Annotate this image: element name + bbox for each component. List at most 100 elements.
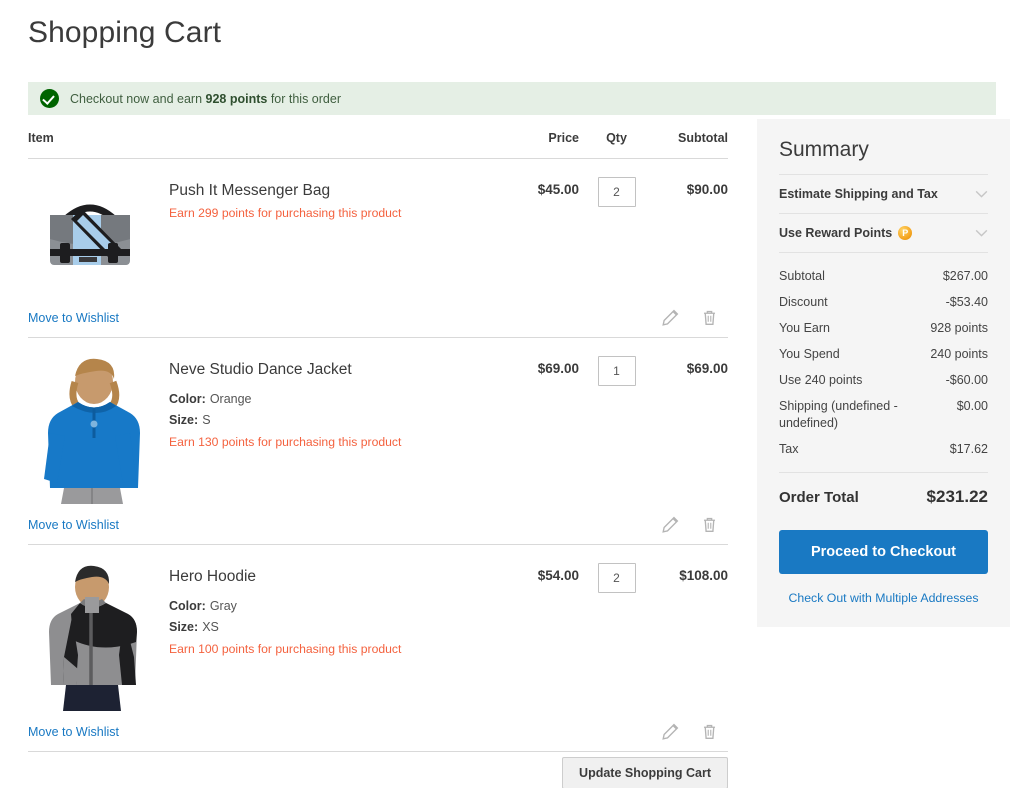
item-info: Push It Messenger Bag Earn 299 points fo…: [169, 173, 401, 297]
cart-footer-actions: Update Shopping Cart: [28, 757, 728, 788]
qty-input[interactable]: 2: [597, 177, 636, 207]
option-value: Orange: [209, 392, 252, 406]
total-label: Subtotal: [779, 269, 825, 283]
accordion-label-text: Use Reward Points: [779, 226, 893, 240]
table-row: Hero Hoodie Color: Gray Size: XS Earn 100 …: [28, 545, 728, 752]
option-label: Color:: [169, 599, 206, 613]
trash-icon[interactable]: [701, 516, 718, 533]
update-shopping-cart-button[interactable]: Update Shopping Cart: [562, 757, 728, 788]
header-item: Item: [28, 131, 54, 145]
total-label: Tax: [779, 442, 799, 456]
item-price-value: $69.00: [537, 361, 579, 376]
item-subtotal-value: $108.00: [679, 568, 728, 583]
item-earn-points: Earn 100 points for purchasing this prod…: [169, 642, 402, 656]
chevron-down-icon: [975, 229, 988, 237]
check-out-multiple-addresses-link[interactable]: Check Out with Multiple Addresses: [779, 591, 988, 605]
total-row-you-earn: You Earn 928 points: [779, 316, 988, 342]
total-label: Discount: [779, 295, 828, 309]
qty-input[interactable]: 2: [597, 563, 636, 593]
total-row-you-spend: You Spend 240 points: [779, 342, 988, 368]
item-price-value: $54.00: [537, 568, 579, 583]
total-value: 928 points: [930, 321, 988, 335]
header-price: Price: [548, 131, 579, 145]
accordion-label: Use Reward Points P: [779, 226, 913, 240]
move-to-wishlist-link[interactable]: Move to Wishlist: [28, 518, 119, 532]
table-row: Push It Messenger Bag Earn 299 points fo…: [28, 159, 728, 338]
item-cell: Neve Studio Dance Jacket Color: Orange Si…: [28, 352, 504, 504]
row-actions: Move to Wishlist: [28, 711, 728, 751]
banner-highlight: 928 points: [205, 91, 268, 106]
item-earn-points: Earn 130 points for purchasing this prod…: [169, 435, 402, 449]
banner-prefix: Checkout now and earn: [70, 91, 206, 106]
dance-jacket-thumbnail[interactable]: [28, 352, 152, 504]
totals-list: Subtotal $267.00 Discount -$53.40 You Ea…: [779, 252, 988, 463]
messenger-bag-thumbnail[interactable]: [28, 173, 152, 297]
item-option: Color: Gray: [169, 597, 401, 616]
item-name[interactable]: Push It Messenger Bag: [169, 181, 401, 201]
total-value: $17.62: [949, 442, 988, 456]
order-summary-panel: Summary Estimate Shipping and Tax Use Re…: [757, 119, 1010, 627]
item-subtotal-value: $69.00: [686, 361, 728, 376]
order-total-row: Order Total $231.22: [779, 472, 988, 507]
chevron-down-icon: [975, 190, 988, 198]
page-title: Shopping Cart: [28, 16, 222, 49]
total-row-use-points: Use 240 points -$60.00: [779, 368, 988, 394]
option-label: Size:: [169, 620, 199, 634]
option-value: S: [202, 413, 211, 427]
row-actions: Move to Wishlist: [28, 504, 728, 544]
proceed-to-checkout-button[interactable]: Proceed to Checkout: [779, 530, 988, 574]
item-options: Color: Orange Size: S: [169, 390, 401, 430]
summary-title: Summary: [779, 138, 869, 161]
item-option: Size: XS: [169, 618, 401, 637]
header-subtotal: Subtotal: [678, 131, 728, 145]
item-option: Color: Orange: [169, 390, 401, 409]
qty-input[interactable]: 1: [597, 356, 636, 386]
item-cell: Hero Hoodie Color: Gray Size: XS Earn 100 …: [28, 559, 504, 711]
estimate-shipping-and-tax-accordion[interactable]: Estimate Shipping and Tax: [779, 174, 988, 213]
item-price: $54.00: [504, 559, 579, 711]
move-to-wishlist-link[interactable]: Move to Wishlist: [28, 725, 119, 739]
table-row: Neve Studio Dance Jacket Color: Orange Si…: [28, 338, 728, 545]
option-label: Color:: [169, 392, 206, 406]
trash-icon[interactable]: [701, 723, 718, 740]
item-cell: Push It Messenger Bag Earn 299 points fo…: [28, 173, 504, 297]
check-circle-icon: [40, 89, 59, 108]
total-value: -$60.00: [945, 373, 988, 387]
pencil-icon[interactable]: [662, 309, 679, 326]
hero-hoodie-thumbnail[interactable]: [28, 559, 152, 711]
shopping-cart-page: Shopping Cart Checkout now and earn 928 …: [0, 0, 1024, 788]
pencil-icon[interactable]: [662, 516, 679, 533]
item-price: $45.00: [504, 173, 579, 297]
trash-icon[interactable]: [701, 309, 718, 326]
item-options: Color: Gray Size: XS: [169, 597, 401, 637]
item-qty: 1: [579, 352, 654, 504]
item-qty: 2: [579, 559, 654, 711]
use-reward-points-accordion[interactable]: Use Reward Points P: [779, 213, 988, 252]
total-value: -$53.40: [945, 295, 988, 309]
item-subtotal: $69.00: [654, 352, 728, 504]
pencil-icon[interactable]: [662, 723, 679, 740]
cart-table-header: Item Price Qty Subtotal: [28, 131, 728, 159]
item-earn-points: Earn 299 points for purchasing this prod…: [169, 206, 402, 220]
banner-suffix: for this order: [267, 91, 341, 106]
item-subtotal-value: $90.00: [686, 182, 728, 197]
row-icon-group: [662, 723, 728, 740]
banner-message: Checkout now and earn 928 points for thi…: [70, 92, 341, 106]
move-to-wishlist-link[interactable]: Move to Wishlist: [28, 311, 119, 325]
total-value: 240 points: [930, 347, 988, 361]
cart-table: Item Price Qty Subtotal Push It Messenge…: [28, 131, 728, 752]
accordion-label: Estimate Shipping and Tax: [779, 187, 938, 201]
header-qty: Qty: [606, 131, 627, 145]
item-info: Hero Hoodie Color: Gray Size: XS Earn 100 …: [169, 559, 401, 711]
row-actions: Move to Wishlist: [28, 297, 728, 337]
option-label: Size:: [169, 413, 199, 427]
item-subtotal: $90.00: [654, 173, 728, 297]
item-info: Neve Studio Dance Jacket Color: Orange Si…: [169, 352, 401, 504]
item-qty: 2: [579, 173, 654, 297]
total-value: $267.00: [942, 269, 988, 283]
total-label: You Earn: [779, 321, 830, 335]
item-name[interactable]: Hero Hoodie: [169, 567, 401, 587]
total-label: You Spend: [779, 347, 840, 361]
item-name[interactable]: Neve Studio Dance Jacket: [169, 360, 401, 380]
total-row-shipping: Shipping (undefined - undefined) $0.00: [779, 394, 988, 437]
